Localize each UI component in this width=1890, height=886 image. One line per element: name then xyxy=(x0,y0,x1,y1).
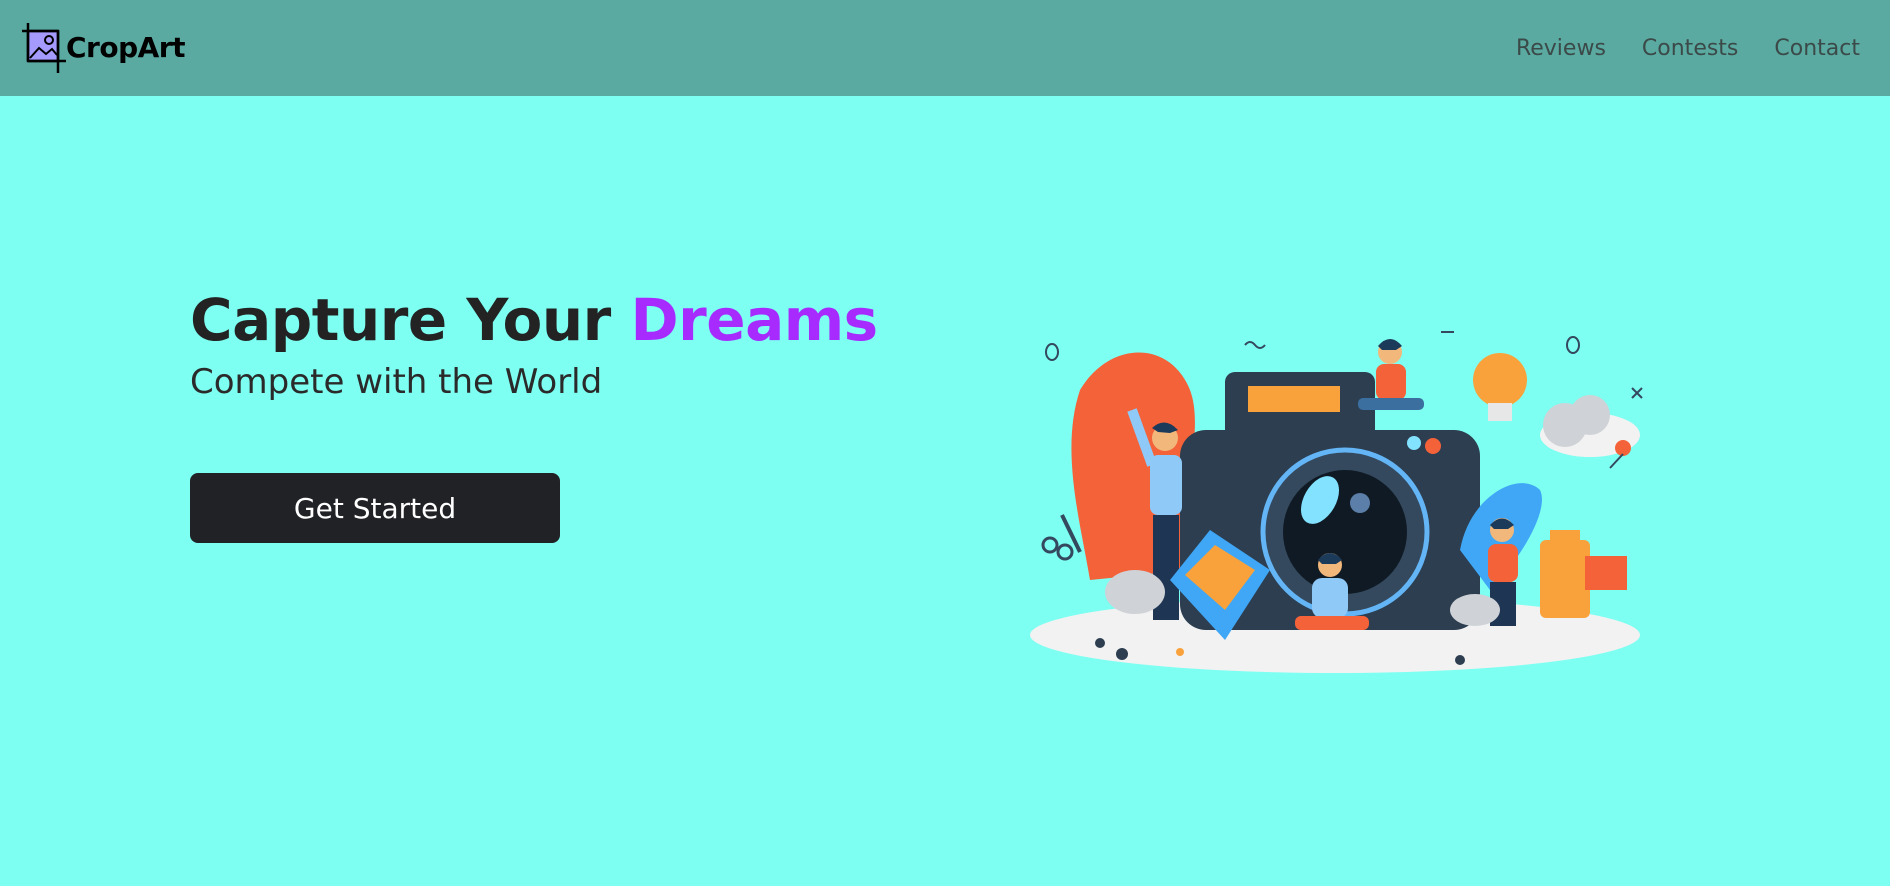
hero-subtitle: Compete with the World xyxy=(190,362,603,402)
nav-links: Reviews Contests Contact xyxy=(1516,0,1860,96)
hero-text: Capture Your Dreams Compete with the Wor… xyxy=(190,282,878,404)
hero-title-main: Capture Your xyxy=(190,286,631,354)
get-started-button[interactable]: Get Started xyxy=(190,473,560,543)
navbar: CropArt Reviews Contests Contact xyxy=(0,0,1890,96)
hero-title-accent: Dreams xyxy=(630,286,878,354)
camera-people-illustration xyxy=(1020,320,1670,730)
brand-name: CropArt xyxy=(66,30,186,64)
hero-title: Capture Your Dreams xyxy=(190,282,878,358)
nav-link-contests[interactable]: Contests xyxy=(1642,36,1738,61)
brand-link[interactable]: CropArt xyxy=(22,22,186,74)
nav-link-contact[interactable]: Contact xyxy=(1774,36,1860,61)
nav-link-reviews[interactable]: Reviews xyxy=(1516,36,1606,61)
crop-picture-icon xyxy=(22,23,66,73)
